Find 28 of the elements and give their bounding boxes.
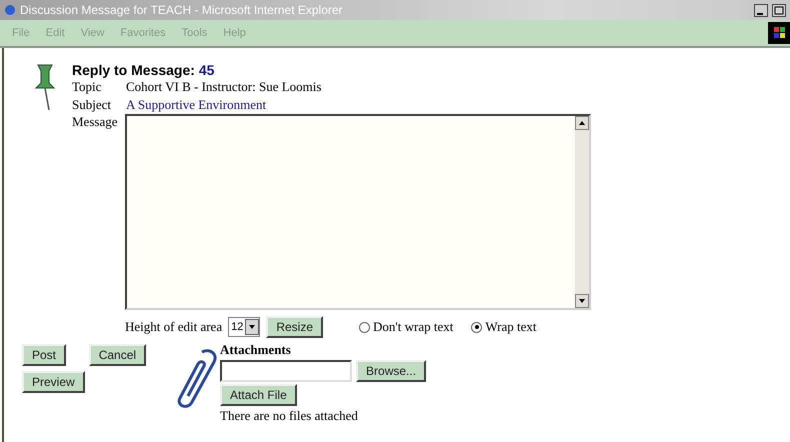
- resize-button[interactable]: Resize: [266, 316, 324, 338]
- topic-value: Cohort VI B - Instructor: Sue Loomis: [126, 78, 322, 96]
- maximize-icon[interactable]: [772, 4, 786, 16]
- action-button[interactable]: Post: [22, 344, 66, 366]
- attach-file-button[interactable]: Attach File: [220, 384, 297, 406]
- wrap-radio[interactable]: Wrap text: [471, 319, 536, 335]
- action-button[interactable]: Cancel: [88, 344, 146, 366]
- height-dropdown[interactable]: 12: [228, 317, 260, 337]
- minimize-icon[interactable]: [754, 4, 768, 16]
- reply-heading: Reply to Message: 45: [72, 62, 216, 78]
- action-button[interactable]: Preview: [22, 371, 85, 393]
- window-title: Discussion Message for TEACH - Microsoft Internet Explorer: [20, 3, 344, 17]
- scroll-down-icon[interactable]: [575, 294, 589, 308]
- message-field[interactable]: [125, 114, 591, 310]
- windows-logo-icon: [768, 22, 790, 44]
- file-path-field[interactable]: [220, 360, 352, 382]
- message-label: Message: [72, 114, 118, 130]
- edit-height-label: Height of edit area: [125, 319, 222, 335]
- subject-label: Subject: [72, 96, 112, 114]
- attachments-title: Attachments: [220, 342, 291, 358]
- topic-label: Topic: [72, 78, 102, 96]
- attachment-status: There are no files attached: [220, 408, 358, 424]
- wrap-radio[interactable]: Don't wrap text: [359, 319, 454, 335]
- pushpin-icon: [32, 62, 58, 112]
- browser-icon: [4, 4, 16, 16]
- scroll-up-icon[interactable]: [575, 116, 589, 130]
- subject-link[interactable]: A Supportive Environment: [126, 96, 266, 114]
- browse-button[interactable]: Browse...: [356, 360, 426, 382]
